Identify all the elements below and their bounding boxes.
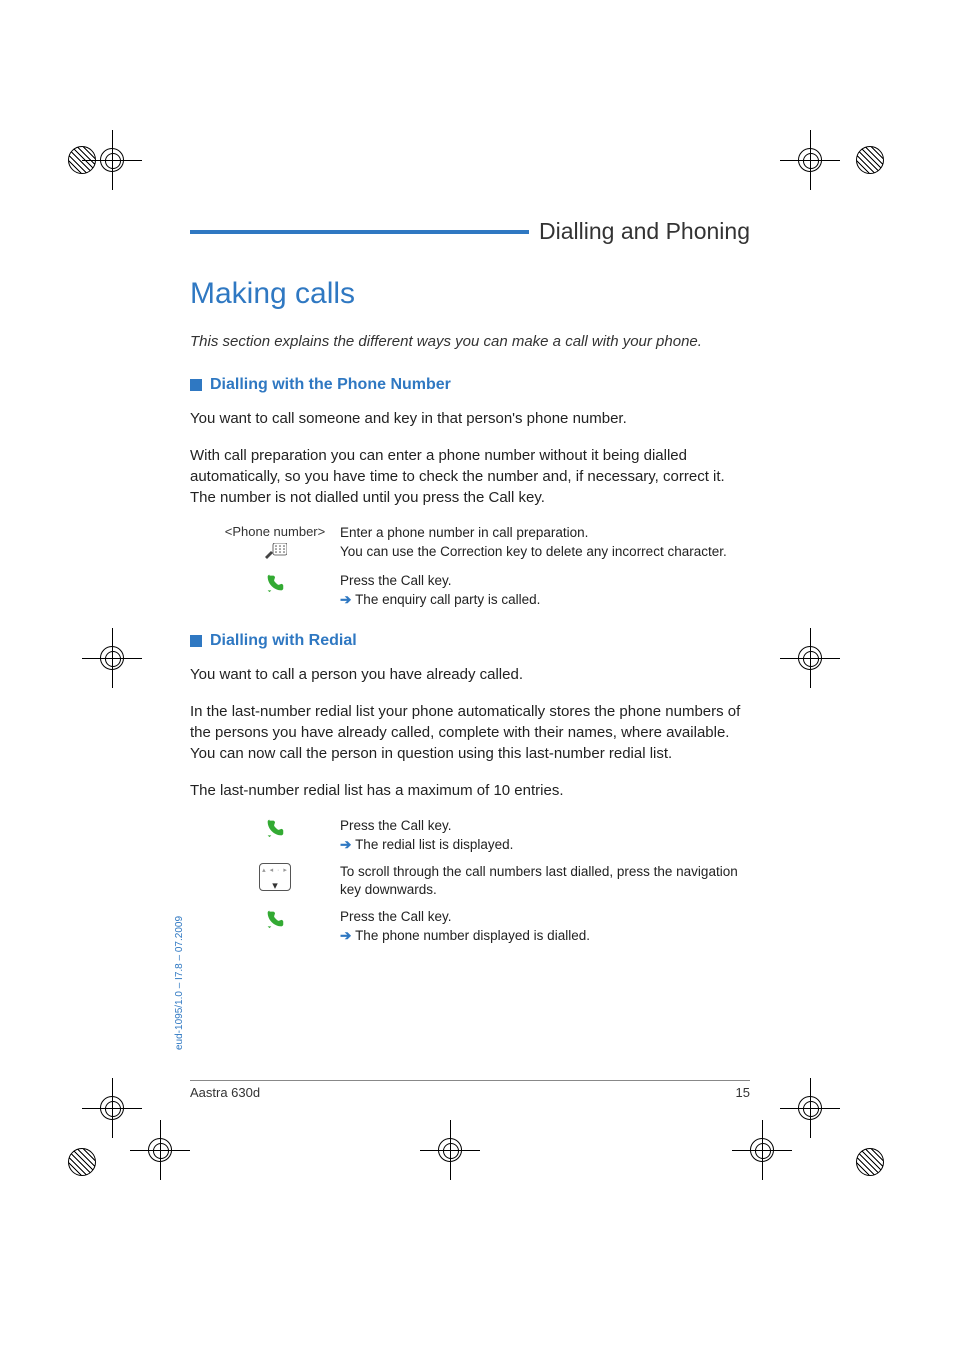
step-icon-cell: <Phone number>: [210, 524, 340, 564]
step-result: The phone number displayed is dialled.: [355, 928, 590, 943]
crop-mark: [780, 628, 840, 688]
step-line: You can use the Correction key to delete…: [340, 544, 727, 559]
product-name: Aastra 630d: [190, 1085, 260, 1100]
step-label: <Phone number>: [225, 524, 325, 539]
crop-mark: [130, 1120, 190, 1180]
step-list: <Phone number> Enter a phone number in c…: [210, 524, 750, 610]
nav-key-icon: [259, 863, 291, 891]
page-number: 15: [736, 1085, 750, 1100]
call-key-icon: [264, 908, 286, 933]
step-text: Press the Call key. ➔ The enquiry call p…: [340, 572, 750, 610]
step-row: To scroll through the call numbers last …: [210, 863, 750, 901]
registration-mark: [68, 1148, 96, 1176]
step-line: Press the Call key.: [340, 573, 452, 588]
step-icon-cell: [210, 908, 340, 933]
call-key-icon: [264, 572, 286, 597]
page-title: Making calls: [190, 277, 750, 311]
paragraph: You want to call a person you have alrea…: [190, 664, 750, 685]
arrow-icon: ➔: [340, 928, 355, 943]
step-text: To scroll through the call numbers last …: [340, 863, 750, 901]
page-content: Dialling and Phoning Making calls This s…: [190, 218, 750, 968]
step-line: Press the Call key.: [340, 818, 452, 833]
subsection-title: Dialling with the Phone Number: [210, 376, 451, 394]
registration-mark: [856, 146, 884, 174]
header-rule: [190, 230, 529, 234]
subsection-heading: Dialling with Redial: [190, 632, 750, 650]
arrow-icon: ➔: [340, 592, 355, 607]
step-list: Press the Call key. ➔ The redial list is…: [210, 817, 750, 946]
step-text: Press the Call key. ➔ The redial list is…: [340, 817, 750, 855]
keypad-icon: [263, 543, 287, 564]
bullet-icon: [190, 379, 202, 391]
document-id: eud-1095/1.0 – I7.8 – 07.2009: [174, 916, 185, 1050]
subsection-heading: Dialling with the Phone Number: [190, 376, 750, 394]
step-row: <Phone number> Enter a phone number in c…: [210, 524, 750, 564]
step-icon-cell: [210, 817, 340, 842]
paragraph: With call preparation you can enter a ph…: [190, 445, 750, 508]
step-icon-cell: [210, 863, 340, 891]
registration-mark: [856, 1148, 884, 1176]
step-line: Press the Call key.: [340, 909, 452, 924]
paragraph: The last-number redial list has a maximu…: [190, 780, 750, 801]
step-line: To scroll through the call numbers last …: [340, 864, 738, 898]
step-text: Press the Call key. ➔ The phone number d…: [340, 908, 750, 946]
crop-mark: [82, 1078, 142, 1138]
step-text: Enter a phone number in call preparation…: [340, 524, 750, 562]
paragraph: In the last-number redial list your phon…: [190, 701, 750, 764]
call-key-icon: [264, 817, 286, 842]
registration-mark: [68, 146, 96, 174]
subsection-title: Dialling with Redial: [210, 632, 357, 650]
section-title: Dialling and Phoning: [539, 218, 750, 245]
crop-mark: [732, 1120, 792, 1180]
crop-mark: [420, 1120, 480, 1180]
step-row: Press the Call key. ➔ The enquiry call p…: [210, 572, 750, 610]
step-line: Enter a phone number in call preparation…: [340, 525, 588, 540]
step-result: The redial list is displayed.: [355, 837, 513, 852]
step-row: Press the Call key. ➔ The redial list is…: [210, 817, 750, 855]
crop-mark: [780, 1078, 840, 1138]
bullet-icon: [190, 635, 202, 647]
arrow-icon: ➔: [340, 837, 355, 852]
page-footer: Aastra 630d 15: [190, 1080, 750, 1100]
intro-text: This section explains the different ways…: [190, 333, 750, 350]
step-row: Press the Call key. ➔ The phone number d…: [210, 908, 750, 946]
step-result: The enquiry call party is called.: [355, 592, 540, 607]
paragraph: You want to call someone and key in that…: [190, 408, 750, 429]
crop-mark: [780, 130, 840, 190]
section-header: Dialling and Phoning: [190, 218, 750, 245]
step-icon-cell: [210, 572, 340, 597]
crop-mark: [82, 628, 142, 688]
